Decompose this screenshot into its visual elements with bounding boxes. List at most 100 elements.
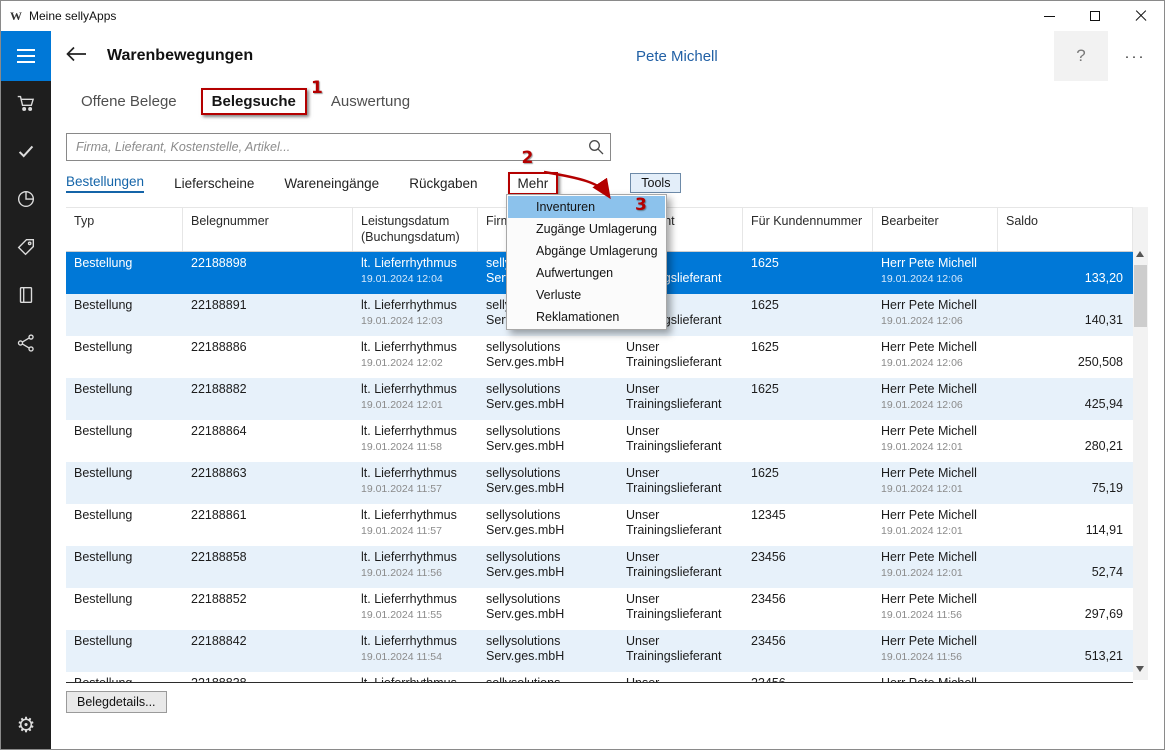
table-row[interactable]: Bestellung 22188858 lt. Lieferrhythmus 1…	[66, 545, 1133, 588]
menu-item[interactable]: Reklamationen	[508, 306, 665, 328]
vertical-scrollbar[interactable]	[1133, 207, 1148, 680]
column-header[interactable]: Saldo	[998, 208, 1133, 251]
table-row[interactable]: Bestellung 22188886 lt. Lieferrhythmus 1…	[66, 335, 1133, 378]
belegdetails-button[interactable]: Belegdetails...	[66, 690, 167, 713]
sidebar-item-prices[interactable]	[1, 225, 51, 273]
titlebar: W Meine sellyApps	[1, 1, 1164, 31]
app-logo-icon: W	[10, 8, 22, 23]
cart-icon	[15, 92, 37, 119]
page-title: Warenbewegungen	[107, 47, 254, 64]
subtab-rueckgaben[interactable]: Rückgaben	[409, 176, 477, 191]
cell-typ: Bestellung	[74, 297, 133, 312]
column-header[interactable]: Bearbeiter	[873, 208, 998, 251]
cell-firma: sellysolutions Serv.ges.mbH	[486, 339, 565, 370]
column-header[interactable]: Belegnummer	[183, 208, 353, 251]
table-row[interactable]: Bestellung 22188838 lt. Lieferrhythmus s…	[66, 671, 1133, 683]
cell-belegnummer: 22188898	[191, 255, 247, 270]
sidebar-item-journal[interactable]	[1, 273, 51, 321]
cell-firma: sellysolutions Serv.ges.mbH	[486, 507, 565, 538]
menu-item[interactable]: Aufwertungen	[508, 262, 665, 284]
cell-typ: Bestellung	[74, 507, 133, 522]
scroll-down-arrow[interactable]	[1136, 666, 1144, 672]
cell-typ: Bestellung	[74, 381, 133, 396]
subtab-wareneingaenge[interactable]: Wareneingänge	[284, 176, 379, 191]
cell-saldo: 297,69	[1084, 606, 1123, 621]
cell-lieferant: Unser Trainingslieferant	[626, 381, 722, 412]
search-icon[interactable]	[588, 139, 604, 160]
annotation-step-3: 3	[635, 195, 647, 215]
cell-belegnummer: 22188842	[191, 633, 247, 648]
table-row[interactable]: Bestellung 22188882 lt. Lieferrhythmus 1…	[66, 377, 1133, 420]
share-network-icon	[15, 332, 37, 359]
help-button[interactable]: ?	[1054, 31, 1108, 81]
cell-typ: Bestellung	[74, 423, 133, 438]
cell-saldo: 280,21	[1084, 438, 1123, 453]
table-row[interactable]: Bestellung 22188863 lt. Lieferrhythmus 1…	[66, 461, 1133, 504]
cell-kundennummer: 23456	[751, 675, 786, 683]
window-controls	[1026, 1, 1164, 31]
menu-item[interactable]: Abgänge Umlagerung	[508, 240, 665, 262]
cell-firma: sellysolutions	[486, 675, 561, 683]
sidebar-item-cart[interactable]	[1, 81, 51, 129]
table-row[interactable]: Bestellung 22188842 lt. Lieferrhythmus 1…	[66, 629, 1133, 672]
menu-item[interactable]: Zugänge Umlagerung	[508, 218, 665, 240]
cell-bearbeiter: Herr Pete Michell	[881, 675, 977, 683]
cell-leistungsdatum: lt. Lieferrhythmus	[361, 675, 457, 683]
annotation-step-2: 2	[521, 147, 534, 168]
maximize-button[interactable]	[1072, 1, 1118, 31]
sidebar-item-share[interactable]	[1, 321, 51, 369]
scroll-up-arrow[interactable]	[1136, 251, 1144, 257]
table-row[interactable]: Bestellung 22188852 lt. Lieferrhythmus 1…	[66, 587, 1133, 630]
book-icon	[15, 284, 37, 311]
cell-bearbeiter: Herr Pete Michell 19.01.2024 12:06	[881, 381, 977, 412]
subtab-bestellungen[interactable]: Bestellungen	[66, 174, 145, 193]
subtab-mehr-label: Mehr	[517, 175, 549, 191]
menu-item[interactable]: Verluste	[508, 284, 665, 306]
cell-belegnummer: 22188863	[191, 465, 247, 480]
cell-kundennummer: 1625	[751, 255, 779, 270]
maximize-icon	[1090, 11, 1100, 21]
hamburger-menu-button[interactable]	[1, 31, 51, 81]
cell-bearbeiter: Herr Pete Michell 19.01.2024 12:06	[881, 297, 977, 328]
check-icon	[15, 140, 37, 167]
cell-firma: sellysolutions Serv.ges.mbH	[486, 465, 565, 496]
cell-lieferant: Unser Trainingslieferant	[626, 507, 722, 538]
cell-leistungsdatum: lt. Lieferrhythmus 19.01.2024 11:58	[361, 423, 457, 454]
cell-leistungsdatum: lt. Lieferrhythmus 19.01.2024 11:56	[361, 549, 457, 580]
close-icon	[1135, 10, 1147, 22]
column-header[interactable]: Typ	[66, 208, 183, 251]
sidebar-item-statistics[interactable]	[1, 177, 51, 225]
scrollbar-thumb[interactable]	[1134, 265, 1147, 327]
close-button[interactable]	[1118, 1, 1164, 31]
tools-button[interactable]: Tools	[630, 173, 682, 193]
cell-kundennummer	[743, 420, 873, 462]
cell-lieferant: Unser Trainingslieferant	[626, 423, 722, 454]
cell-lieferant: Unser Trainingslieferant	[626, 591, 722, 622]
back-button[interactable]	[65, 46, 87, 67]
column-header[interactable]: Für Kundennummer	[743, 208, 873, 251]
cell-typ: Bestellung	[74, 633, 133, 648]
tab-belegsuche[interactable]: Belegsuche 1	[200, 78, 323, 115]
cell-kundennummer: 23456	[751, 549, 786, 564]
cell-bearbeiter: Herr Pete Michell 19.01.2024 12:06	[881, 339, 977, 370]
sidebar-item-settings[interactable]: ⚙	[1, 701, 51, 749]
cell-typ: Bestellung	[74, 255, 133, 270]
cell-firma: sellysolutions Serv.ges.mbH	[486, 549, 565, 580]
cell-typ: Bestellung	[74, 339, 133, 354]
more-options-button[interactable]: ···	[1108, 31, 1162, 81]
cell-belegnummer: 22188864	[191, 423, 247, 438]
sidebar-item-tasks[interactable]	[1, 129, 51, 177]
table-row[interactable]: Bestellung 22188864 lt. Lieferrhythmus 1…	[66, 419, 1133, 462]
subtab-mehr[interactable]: Mehr 2	[507, 148, 559, 195]
cell-leistungsdatum: lt. Lieferrhythmus 19.01.2024 11:55	[361, 591, 457, 622]
cell-belegnummer: 22188838	[191, 675, 247, 683]
tab-offene-belege[interactable]: Offene Belege	[81, 93, 177, 110]
subtab-lieferscheine[interactable]: Lieferscheine	[174, 176, 254, 191]
table-row[interactable]: Bestellung 22188861 lt. Lieferrhythmus 1…	[66, 503, 1133, 546]
cell-saldo: 52,74	[1091, 564, 1123, 579]
cell-lieferant: Unser Trainingslieferant	[626, 339, 722, 370]
tab-bar: Offene Belege Belegsuche 1 Auswertung	[51, 78, 1164, 121]
tab-auswertung[interactable]: Auswertung	[331, 93, 410, 110]
minimize-button[interactable]	[1026, 1, 1072, 31]
column-header[interactable]: Leistungsdatum (Buchungsdatum)	[353, 208, 478, 251]
